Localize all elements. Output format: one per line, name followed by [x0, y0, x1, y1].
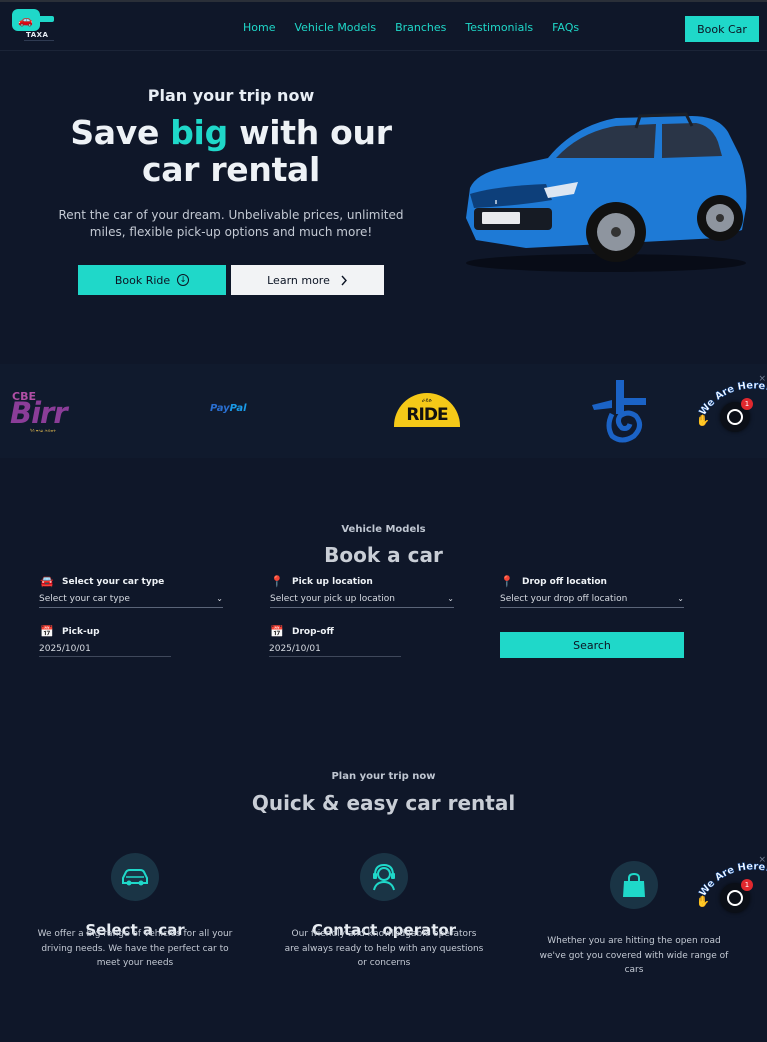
location-pin-icon: 📍	[500, 575, 514, 588]
dropoff-location-label-text: Drop off location	[522, 576, 607, 587]
cbe-big-text: Birr	[10, 396, 68, 430]
book-ride-button[interactable]: Book Ride ↓	[78, 265, 226, 295]
book-ride-label: Book Ride	[114, 273, 171, 287]
nav-home[interactable]: Home	[243, 21, 275, 34]
car-icon	[111, 853, 159, 901]
pickup-location-placeholder: Select your pick up location	[270, 594, 395, 604]
pickup-date-label-text: Pick-up	[62, 626, 100, 637]
chat-widget[interactable]: × We Are Here! ✋ 1	[696, 855, 767, 919]
brand-logo[interactable]: 🚗 TAXA	[12, 9, 56, 43]
pickup-location-label-text: Pick up location	[292, 576, 373, 587]
calendar-icon: 📅	[40, 625, 54, 638]
nav-branches[interactable]: Branches	[395, 21, 446, 34]
telebirr-logo-icon	[592, 380, 646, 443]
hero-description: Rent the car of your dream. Unbelivable …	[58, 208, 404, 239]
cbe-birr-logo: CBE Birr ካሳ ቀላል ሕይወት	[8, 390, 80, 434]
location-pin-icon: 📍	[270, 575, 284, 588]
ride-big-text: RIDE	[406, 405, 448, 425]
car-type-label-text: Select your car type	[62, 576, 165, 587]
chevron-down-icon: ⌄	[677, 594, 684, 603]
cbe-tagline: ካሳ ቀላል ሕይወት	[30, 428, 57, 433]
step-contact-operator-desc: Our friendly and knowledgable operators …	[284, 929, 484, 968]
pickup-location-label: 📍 Pick up location	[270, 575, 373, 588]
paypal-part2: Pal	[229, 403, 247, 414]
chat-widget[interactable]: × We Are Here! ✋ 1	[696, 374, 767, 438]
car-icon: 🚗	[18, 13, 33, 27]
car-type-placeholder: Select your car type	[39, 594, 130, 604]
logo-underline	[24, 40, 54, 41]
hero-car-image	[466, 112, 747, 272]
steps-title: Quick & easy car rental	[251, 791, 516, 815]
hero-title-accent: big	[170, 113, 228, 152]
main-menu: Home Vehicle Models Branches Testimonial…	[243, 21, 598, 34]
dropoff-location-label: 📍 Drop off location	[500, 575, 607, 588]
search-button[interactable]: Search	[500, 632, 684, 658]
paypal-part1: Pay	[210, 403, 230, 414]
headset-icon	[360, 853, 408, 901]
dropoff-date-label-text: Drop-off	[292, 626, 334, 637]
learn-more-button[interactable]: Learn more	[231, 265, 384, 295]
booking-title: Book a car	[324, 543, 443, 567]
hero-title-part1: Save	[70, 113, 171, 152]
learn-more-label: Learn more	[267, 273, 330, 287]
arrow-down-circle-icon: ↓	[177, 274, 190, 286]
hero-kicker: Plan your trip now	[147, 86, 315, 105]
waving-hand-icon: ✋	[696, 414, 710, 427]
book-car-button[interactable]: Book Car	[685, 16, 759, 42]
step-lets-drive-desc: Whether you are hitting the open road we…	[539, 936, 729, 975]
waving-hand-icon: ✋	[696, 895, 710, 908]
ride-logo: ራይድ RIDE	[394, 393, 460, 427]
car-type-label: 🚘 Select your car type	[40, 575, 164, 588]
ride-small-text: ራይድ	[421, 398, 433, 404]
step-select-car-desc: We offer a big range of vehicles for all…	[37, 929, 233, 968]
nav-testimonials[interactable]: Testimonials	[465, 21, 533, 34]
chevron-down-icon: ⌄	[216, 594, 223, 603]
calendar-icon: 📅	[270, 625, 284, 638]
hero-title: Save big with our car rental	[56, 114, 406, 188]
dropoff-date-label: 📅 Drop-off	[270, 625, 334, 638]
paypal-logo: PayPal	[210, 403, 247, 414]
dropoff-location-placeholder: Select your drop off location	[500, 594, 628, 604]
dropoff-location-select[interactable]: Select your drop off location ⌄	[500, 594, 684, 608]
nav-vehicle-models[interactable]: Vehicle Models	[294, 21, 376, 34]
dropoff-date-input[interactable]: 2025/10/01	[269, 644, 401, 657]
car-type-select[interactable]: Select your car type ⌄	[39, 594, 223, 608]
booking-kicker: Vehicle Models	[341, 524, 426, 535]
chat-unread-badge: 1	[741, 879, 753, 891]
top-navbar: 🚗 TAXA Home Vehicle Models Branches Test…	[0, 0, 767, 51]
car-icon: 🚘	[40, 575, 54, 588]
pickup-date-input[interactable]: 2025/10/01	[39, 644, 171, 657]
steps-kicker: Plan your trip now	[331, 771, 436, 782]
chat-unread-badge: 1	[741, 398, 753, 410]
pickup-date-label: 📅 Pick-up	[40, 625, 100, 638]
chevron-down-icon: ⌄	[447, 594, 454, 603]
partner-logos-strip: CBE Birr ካሳ ቀላል ሕይወት	[0, 364, 767, 458]
bag-icon	[610, 861, 658, 909]
nav-faqs[interactable]: FAQs	[552, 21, 579, 34]
logo-text: TAXA	[26, 31, 49, 39]
chevron-right-icon	[341, 275, 347, 285]
pickup-location-select[interactable]: Select your pick up location ⌄	[270, 594, 454, 608]
